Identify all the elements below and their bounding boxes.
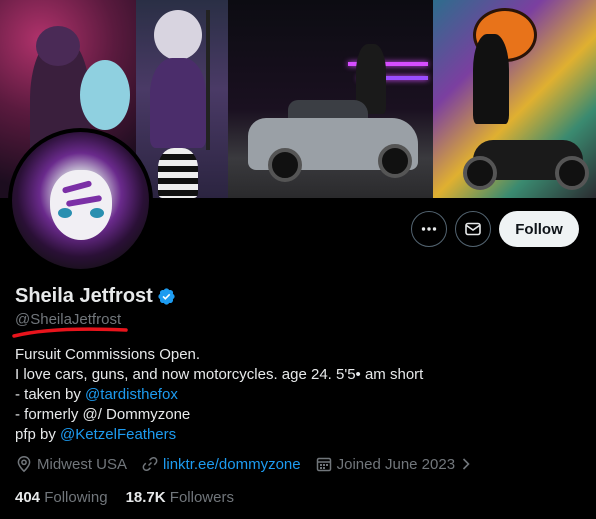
profile-bio: Fursuit Commissions Open. I love cars, g… [15,345,585,445]
followers-stat[interactable]: 18.7K Followers [126,489,234,506]
chevron-right-icon [462,458,470,470]
mention-link-ketzelfeathers[interactable]: @KetzelFeathers [60,426,176,443]
profile-stats: 404 Following 18.7K Followers [15,489,252,506]
joined-item[interactable]: Joined June 2023 [315,455,477,473]
display-name: Sheila Jetfrost [15,285,153,307]
bio-line-1: Fursuit Commissions Open. [15,346,201,363]
profile-avatar[interactable] [8,128,153,273]
followers-count: 18.7K [125,489,166,506]
banner-photo-4 [433,0,596,198]
follow-button[interactable]: Follow [499,211,579,247]
banner-photo-2 [136,0,228,198]
bio-line-5-text: pfp by [15,426,61,443]
ellipsis-icon [421,227,437,231]
following-count: 404 [15,489,41,506]
more-options-button[interactable] [411,211,447,247]
following-label: Following [44,489,108,506]
website-link[interactable]: linktr.ee/dommyzone [163,456,301,473]
profile-meta: Midwest USA linktr.ee/dommyzone Joined J… [15,455,491,473]
bio-line-2: I love cars, guns, and now motorcycles. … [15,366,424,383]
location-pin-icon [17,456,31,473]
banner-photo-3 [228,0,433,198]
location-item: Midwest USA [15,455,127,473]
envelope-icon [465,222,481,236]
joined-text: Joined June 2023 [336,455,456,473]
bio-line-4: - formerly @/ Dommyzone [15,406,191,423]
mention-link-tardisthefox[interactable]: @tardisthefox [85,386,178,403]
verified-badge-icon[interactable] [157,287,176,306]
calendar-icon [316,457,331,472]
website-item: linktr.ee/dommyzone [141,455,301,473]
following-stat[interactable]: 404 Following [15,489,108,506]
link-icon [142,456,158,472]
bio-line-3: - taken by @tardisthefox [15,385,585,405]
avatar-image [12,132,149,269]
bio-line-5: pfp by @KetzelFeathers [15,425,585,445]
red-underline-annotation [12,327,128,338]
message-button[interactable] [455,211,491,247]
profile-name-row: Sheila Jetfrost [15,285,176,308]
followers-label: Followers [169,489,234,506]
bio-line-3-text: - taken by [15,386,86,403]
location-text: Midwest USA [37,455,128,473]
